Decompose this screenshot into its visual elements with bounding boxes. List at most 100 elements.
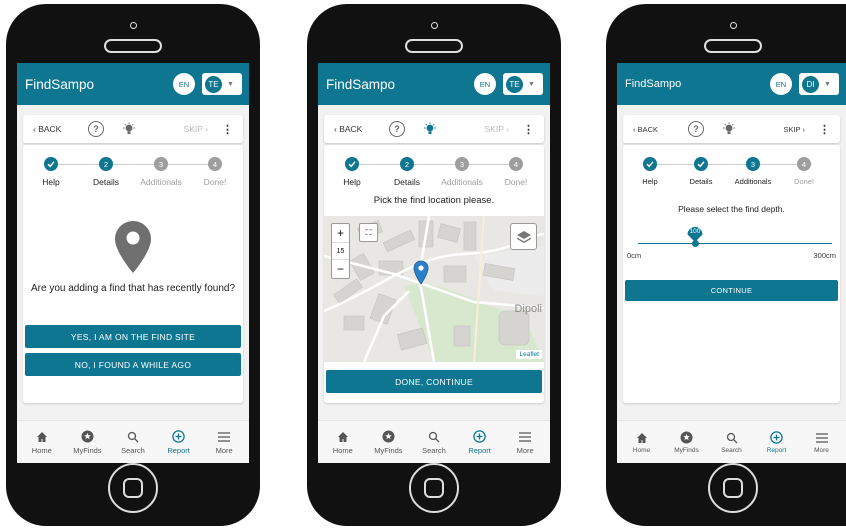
skip-button[interactable]: SKIP ›: [184, 124, 208, 134]
menu-icon: [503, 430, 547, 444]
step-label: Details: [394, 177, 420, 187]
step-label: Done!: [203, 177, 227, 187]
user-menu-button[interactable]: TE ▼: [202, 73, 242, 95]
zoom-out-button[interactable]: −: [332, 260, 349, 278]
nav-home[interactable]: Home: [321, 430, 365, 455]
language-button[interactable]: EN: [474, 73, 496, 95]
step-label: Additionals: [140, 177, 182, 187]
nav-report[interactable]: Report: [755, 431, 799, 454]
app-title: FindSampo: [326, 76, 396, 92]
lightbulb-icon[interactable]: [719, 122, 739, 136]
menu-icon: [202, 430, 246, 444]
step-label: Details: [689, 177, 713, 186]
on-find-site-button[interactable]: YES, I AM ON THE FIND SITE: [25, 325, 241, 348]
zoom-in-button[interactable]: +: [332, 224, 349, 242]
map-attribution[interactable]: Leaflet: [516, 350, 542, 359]
step-card: Help 2 Details 3 Additionals 4 Done!: [324, 145, 544, 403]
nav-report[interactable]: Report: [458, 430, 502, 455]
skip-button[interactable]: SKIP ›: [485, 124, 509, 134]
language-button[interactable]: EN: [770, 73, 792, 95]
step-label: Additionals: [734, 177, 772, 186]
step-label: Done!: [793, 177, 814, 186]
step-toolbar: ‹ BACK ? SKIP › ⋮: [623, 115, 840, 143]
menu-icon: [800, 431, 844, 445]
check-icon: [643, 157, 657, 171]
nav-myfinds[interactable]: MyFinds: [665, 431, 709, 454]
nav-report[interactable]: Report: [157, 430, 201, 455]
found-while-ago-button[interactable]: NO, I FOUND A WHILE AGO: [25, 353, 241, 376]
nav-search[interactable]: Search: [710, 431, 754, 454]
help-icon[interactable]: ?: [88, 121, 104, 137]
step-label: Help: [42, 177, 60, 187]
help-icon[interactable]: ?: [389, 121, 405, 137]
user-menu-button[interactable]: DI ▼: [799, 73, 839, 95]
nav-more[interactable]: More: [800, 431, 844, 454]
map-marker-icon[interactable]: [413, 260, 429, 291]
user-avatar: TE: [506, 75, 523, 93]
search-icon: [412, 430, 456, 444]
nav-search[interactable]: Search: [111, 430, 155, 455]
nav-home[interactable]: Home: [20, 430, 64, 455]
continue-button[interactable]: CONTINUE: [625, 280, 838, 301]
phone-depth-step: FindSampo EN DI ▼ ‹ BACK ? SKIP › ⋮ Help…: [606, 4, 846, 526]
done-continue-button[interactable]: DONE, CONTINUE: [326, 370, 542, 393]
depth-slider-track[interactable]: [638, 243, 832, 244]
phone-location-step: FindSampo EN TE ▼ ‹ BACK ? SKIP › ⋮ Help…: [307, 4, 561, 526]
bottom-nav: Home MyFinds Search Report More: [17, 420, 249, 463]
step-done: 4 Done!: [190, 157, 240, 187]
lightbulb-icon[interactable]: [420, 122, 440, 136]
fullscreen-icon[interactable]: ⛶: [359, 223, 378, 242]
step-number: 4: [797, 157, 811, 171]
star-badge-icon: [366, 430, 410, 444]
bottom-nav: Home MyFinds Search Report More: [617, 420, 846, 463]
phone-home-button: [708, 463, 758, 513]
home-icon: [20, 430, 64, 444]
step-additionals: 3 Additionals: [136, 157, 186, 187]
phone-help-step: FindSampo EN TE ▼ ‹ BACK ? SKIP › ⋮ Help…: [6, 4, 260, 526]
step-number: 3: [455, 157, 469, 171]
nav-more[interactable]: More: [202, 430, 246, 455]
app-bar: FindSampo EN TE ▼: [17, 63, 249, 105]
user-avatar: DI: [802, 75, 819, 93]
phone-speaker: [104, 39, 162, 53]
language-button[interactable]: EN: [173, 73, 195, 95]
step-number: 3: [154, 157, 168, 171]
more-options-icon[interactable]: ⋮: [819, 123, 830, 136]
back-button[interactable]: ‹ BACK: [33, 124, 88, 134]
nav-search[interactable]: Search: [412, 430, 456, 455]
app-title: FindSampo: [25, 76, 95, 92]
app-title: FindSampo: [625, 78, 682, 90]
zoom-control: + 15 −: [331, 223, 350, 279]
stepper: Help 2 Details 3 Additionals 4 Done!: [23, 145, 243, 191]
back-button[interactable]: ‹ BACK: [334, 124, 389, 134]
camera-dot: [130, 22, 137, 29]
mockup-stage: FindSampo EN TE ▼ ‹ BACK ? SKIP › ⋮ Help…: [0, 0, 846, 529]
home-icon: [620, 431, 664, 445]
step-label: Done!: [504, 177, 528, 187]
step-toolbar: ‹ BACK ? SKIP › ⋮: [324, 115, 544, 143]
step-number: 2: [400, 157, 414, 171]
step-number: 4: [509, 157, 523, 171]
location-map[interactable]: + 15 − ⛶ Dipoli Leaflet: [324, 216, 544, 362]
layers-icon[interactable]: [510, 223, 537, 250]
help-icon[interactable]: ?: [688, 121, 704, 137]
nav-myfinds[interactable]: MyFinds: [65, 430, 109, 455]
zoom-level: 15: [332, 242, 349, 260]
lightbulb-icon[interactable]: [119, 122, 139, 136]
step-help: Help: [625, 157, 675, 186]
question-text: Are you adding a find that has recently …: [30, 283, 236, 294]
nav-myfinds[interactable]: MyFinds: [366, 430, 410, 455]
nav-home[interactable]: Home: [620, 431, 664, 454]
nav-more[interactable]: More: [503, 430, 547, 455]
more-options-icon[interactable]: ⋮: [222, 123, 233, 136]
camera-dot: [431, 22, 438, 29]
back-button[interactable]: ‹ BACK: [633, 125, 688, 134]
step-details: Details: [676, 157, 726, 186]
skip-button[interactable]: SKIP ›: [783, 125, 805, 134]
depth-min-label: 0cm: [627, 251, 642, 260]
step-number: 3: [746, 157, 760, 171]
add-circle-icon: [157, 430, 201, 444]
user-menu-button[interactable]: TE ▼: [503, 73, 543, 95]
more-options-icon[interactable]: ⋮: [523, 123, 534, 136]
step-card: Help 2 Details 3 Additionals 4 Done!: [23, 145, 243, 403]
